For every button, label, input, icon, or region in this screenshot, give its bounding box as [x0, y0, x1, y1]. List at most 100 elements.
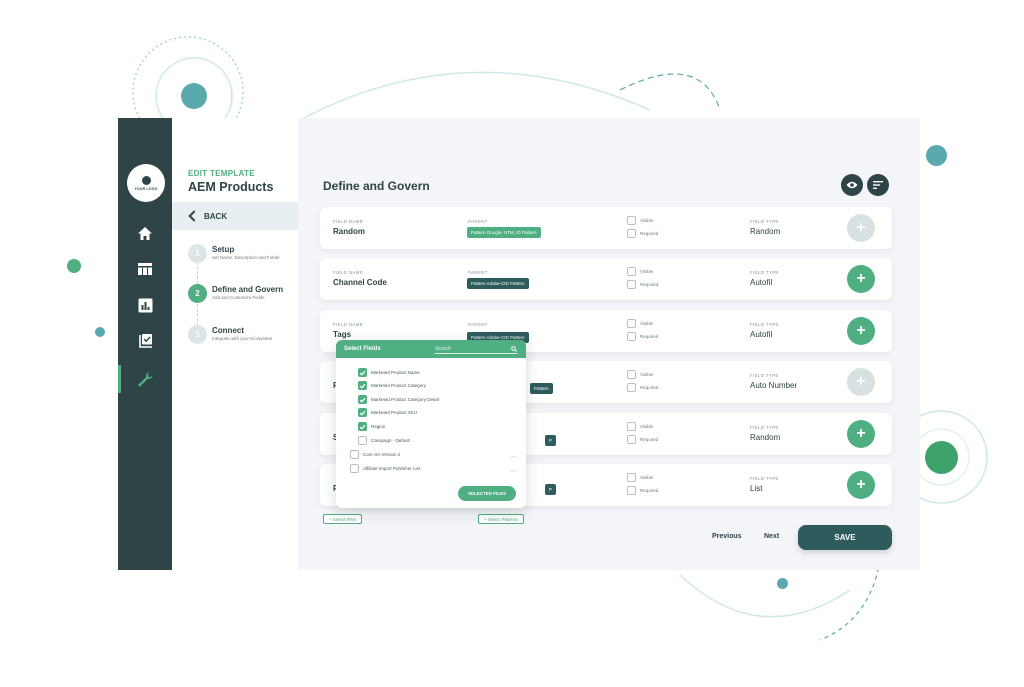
app-stage: YOUR LOGO EDIT TEMPLATE AEM Products BAC…: [0, 0, 1024, 687]
required-label: Required: [640, 385, 659, 390]
visible-checkbox[interactable]: [627, 370, 636, 379]
field-group[interactable]: Core GA Version 2: [350, 450, 400, 459]
add-field-button[interactable]: +: [847, 420, 875, 448]
field-group[interactable]: Affiliate Import Publisher List: [350, 464, 420, 473]
next-button[interactable]: Next: [764, 533, 779, 540]
required-checkbox[interactable]: [627, 280, 636, 289]
field-type-label: FIELD TYPE: [750, 270, 779, 275]
visible-label: Visible: [640, 218, 654, 223]
template-title: AEM Products: [188, 180, 274, 194]
field-name-label: FIELD NAME: [333, 219, 364, 224]
visible-label: Visible: [640, 475, 654, 480]
field-option[interactable]: Marketed Product SKU: [358, 408, 417, 417]
field-option-label: Marketed Product SKU: [371, 410, 418, 415]
logo-text: YOUR LOGO: [134, 186, 158, 191]
back-button[interactable]: BACK: [172, 202, 298, 230]
sort-icon: [873, 181, 883, 189]
required-label: Required: [640, 334, 659, 339]
back-label: BACK: [204, 211, 228, 221]
field-option[interactable]: Marketed Product Category Detail: [358, 395, 439, 404]
visible-label: Visible: [640, 372, 654, 377]
visible-checkbox[interactable]: [627, 473, 636, 482]
required-checkbox[interactable]: [627, 332, 636, 341]
field-type-label: FIELD TYPE: [750, 322, 779, 327]
required-checkbox[interactable]: [627, 435, 636, 444]
field-name-value: Random: [333, 227, 365, 236]
home-icon[interactable]: [135, 223, 155, 243]
add-field-button[interactable]: +: [847, 265, 875, 293]
parent-label: PARENT: [468, 270, 488, 275]
required-checkbox[interactable]: [627, 486, 636, 495]
chevron-up-icon[interactable]: ︿: [510, 465, 516, 474]
plus-icon: +: [856, 322, 866, 339]
add-field-button[interactable]: +: [847, 214, 875, 242]
visible-label: Visible: [640, 269, 654, 274]
step-define-and-govern[interactable]: 2 Define and Govern Add and Customize Fi…: [188, 284, 283, 303]
chart-icon[interactable]: [135, 295, 155, 315]
plus-icon: +: [856, 425, 866, 442]
table-icon[interactable]: [135, 259, 155, 279]
decor-dot: [777, 578, 788, 589]
field-option[interactable]: Campaign - Default: [358, 436, 410, 445]
step-setup[interactable]: 1 Setup Set Name, Description and Folder: [188, 244, 280, 263]
field-type-value: List: [750, 484, 763, 493]
visible-checkbox[interactable]: [627, 422, 636, 431]
field-type-value: Random: [750, 227, 781, 236]
visible-label: Visible: [640, 321, 654, 326]
search-placeholder: Search: [435, 345, 451, 352]
plus-icon: +: [856, 270, 866, 287]
required-checkbox[interactable]: [627, 229, 636, 238]
sort-button[interactable]: [867, 174, 889, 196]
popup-search-input[interactable]: Search: [435, 344, 517, 354]
add-field-button[interactable]: +: [847, 368, 875, 396]
add-field-button[interactable]: +: [847, 317, 875, 345]
popup-title: Select Fields: [344, 346, 381, 352]
field-option[interactable]: Region: [358, 422, 385, 431]
field-name-value: Channel Code: [333, 278, 387, 287]
logo-mark: [141, 175, 151, 185]
visible-checkbox[interactable]: [627, 216, 636, 225]
required-checkbox[interactable]: [627, 383, 636, 392]
required-label: Required: [640, 282, 659, 287]
preview-button[interactable]: [841, 174, 863, 196]
field-option[interactable]: Marketed Product Category: [358, 381, 426, 390]
field-type-value: Auto Number: [750, 381, 798, 390]
select-files-button[interactable]: + Select Files: [323, 514, 363, 524]
checkbox-checked-icon: [358, 408, 367, 417]
previous-button[interactable]: Previous: [712, 533, 742, 540]
page-title: Define and Govern: [323, 179, 430, 193]
parent-pill[interactable]: Pattern Google- UTM_ID Pattern: [467, 227, 541, 238]
parent-pill[interactable]: Pattern Adobe-CID Pattern: [467, 278, 529, 289]
parent-pill[interactable]: P: [545, 435, 557, 446]
parent-pill[interactable]: Pattern: [530, 383, 553, 394]
field-group-label: Core GA Version 2: [363, 452, 401, 457]
required-label: Required: [640, 488, 659, 493]
visible-checkbox[interactable]: [627, 319, 636, 328]
add-field-button[interactable]: +: [847, 471, 875, 499]
decor-dot: [67, 259, 81, 273]
save-button[interactable]: SAVE: [798, 525, 892, 550]
field-option-label: Region: [371, 424, 386, 429]
field-type-label: FIELD TYPE: [750, 425, 779, 430]
selected-files-button[interactable]: SELECTED FILES: [458, 486, 516, 501]
parent-pill[interactable]: P: [545, 484, 557, 495]
visible-checkbox[interactable]: [627, 267, 636, 276]
field-row[interactable]: FIELD NAME Random PARENT Pattern Google-…: [320, 207, 892, 249]
step-description: Add and Customize Fields: [212, 295, 265, 300]
select-patterns-button[interactable]: + Select Patterns: [478, 514, 525, 524]
select-fields-popup: Select Fields Search Marketed Product Na…: [336, 340, 526, 508]
step-number: 1: [188, 244, 207, 263]
wrench-icon[interactable]: [135, 369, 155, 389]
field-option[interactable]: Marketed Product Name: [358, 368, 420, 377]
parent-label: PARENT: [468, 219, 488, 224]
checkbox-checked-icon: [358, 368, 367, 377]
checklist-icon[interactable]: [135, 331, 155, 351]
chevron-up-icon[interactable]: ︿: [510, 451, 516, 460]
step-connect[interactable]: 3 Connect Integrate with your Ecosystem: [188, 325, 272, 344]
checkbox-unchecked-icon: [350, 450, 359, 459]
field-row[interactable]: FIELD NAME Channel Code PARENT Pattern A…: [320, 258, 892, 300]
step-description: Integrate with your Ecosystem: [212, 336, 273, 341]
plus-icon: +: [856, 373, 866, 390]
decor-dot: [925, 441, 958, 474]
checkbox-checked-icon: [358, 381, 367, 390]
